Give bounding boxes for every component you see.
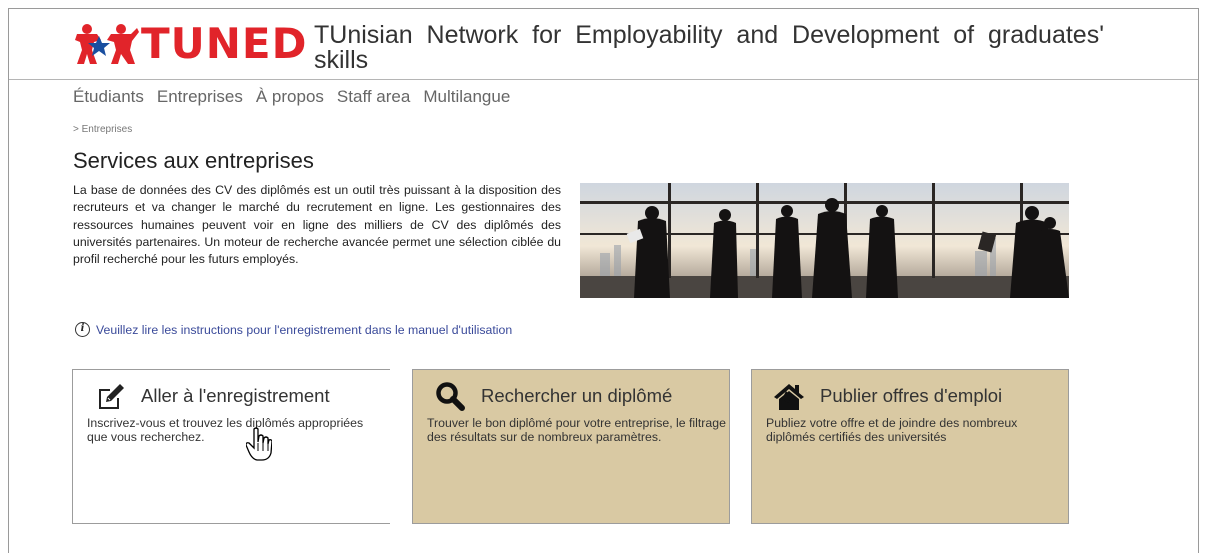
card-title: Rechercher un diplômé	[481, 385, 673, 406]
card-publish-jobs[interactable]: Publier offres d'emploi Publiez votre of…	[751, 369, 1069, 524]
hand-pointer-cursor-icon	[246, 427, 272, 461]
instructions-link[interactable]: i Veuillez lire les instructions pour l'…	[75, 322, 512, 337]
card-search-graduate[interactable]: Rechercher un diplômé Trouver le bon dip…	[412, 369, 730, 524]
nav-item-multilangue[interactable]: Multilangue	[423, 87, 510, 107]
nav-item-entreprises[interactable]: Entreprises	[157, 87, 243, 107]
logo-text: TUNED	[141, 19, 308, 68]
card-description: Trouver le bon diplômé pour votre entrep…	[427, 416, 726, 444]
card-title: Aller à l'enregistrement	[141, 385, 330, 406]
card-title: Publier offres d'emploi	[820, 385, 1003, 406]
edit-icon	[99, 384, 124, 409]
search-icon	[436, 382, 465, 411]
card-registration[interactable]: Aller à l'enregistrement Inscrivez-vous …	[72, 369, 390, 524]
info-circle-icon: i	[75, 322, 90, 337]
logo-figures-icon	[75, 24, 139, 64]
card-description: Inscrivez-vous et trouvez les diplômés a…	[87, 416, 364, 444]
breadcrumb[interactable]: > Entreprises	[73, 124, 132, 135]
site-header: TUNED TUnisian Network for Employability…	[9, 9, 1198, 80]
intro-paragraph: La base de données des CV des diplômés e…	[73, 183, 561, 267]
nav-item-staff-area[interactable]: Staff area	[337, 87, 410, 107]
instructions-link-text[interactable]: Veuillez lire les instructions pour l'en…	[96, 323, 512, 337]
site-title: TUnisian Network for Employability and D…	[314, 21, 1104, 74]
card-description: Publiez votre offre et de joindre des no…	[766, 416, 1018, 444]
nav-item-a-propos[interactable]: À propos	[256, 87, 324, 107]
site-logo[interactable]: TUNED	[75, 19, 307, 69]
main-nav: Étudiants Entreprises À propos Staff are…	[73, 87, 523, 107]
business-people-hero-image	[580, 183, 1069, 298]
nav-item-etudiants[interactable]: Étudiants	[73, 87, 144, 107]
house-icon	[774, 384, 804, 410]
page-frame: TUNED TUnisian Network for Employability…	[8, 8, 1199, 553]
page-title: Services aux entreprises	[73, 148, 314, 173]
